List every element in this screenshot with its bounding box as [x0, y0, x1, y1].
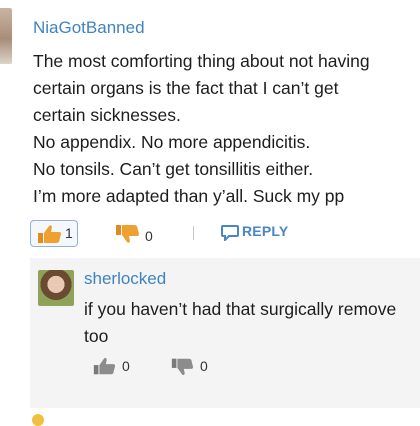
avatar[interactable] [38, 270, 74, 306]
upvote-button[interactable]: 1 [30, 220, 78, 247]
divider [193, 226, 194, 240]
upvote-count: 0 [122, 358, 130, 374]
comment-line: I’m more adapted than y’all. Suck my pp [33, 186, 345, 206]
reply-line: if you haven’t had that surgically remov… [84, 299, 397, 319]
comment-body: The most comforting thing about not havi… [33, 48, 418, 210]
avatar[interactable] [32, 414, 44, 426]
thumbs-up-icon [36, 224, 62, 244]
upvote-count: 1 [65, 225, 73, 241]
reply-body: if you haven’t had that surgically remov… [84, 296, 420, 350]
downvote-count: 0 [200, 358, 208, 374]
avatar[interactable] [0, 8, 12, 64]
comment-line: No appendix. No more appendicitis. [33, 132, 311, 152]
comment-line: No tonsils. Can’t get tonsillitis either… [33, 159, 314, 179]
thumbs-down-icon[interactable] [170, 356, 194, 378]
reply-vote-bar: 0 0 [88, 354, 288, 380]
thumbs-up-icon[interactable] [92, 356, 116, 376]
comment-line: certain organs is the fact that I can’t … [33, 78, 339, 98]
reply-username[interactable]: sherlocked [84, 269, 166, 289]
comment-line: The most comforting thing about not havi… [33, 51, 370, 71]
reply-line: too [84, 326, 109, 346]
reply-icon [220, 224, 240, 244]
reply-comment: sherlocked if you haven’t had that surgi… [30, 258, 420, 408]
comment-line: certain sicknesses. [33, 105, 181, 125]
comment-username[interactable]: NiaGotBanned [33, 18, 145, 38]
thumbs-down-icon[interactable] [114, 223, 140, 245]
downvote-count: 0 [145, 228, 153, 244]
reply-label: REPLY [242, 223, 289, 239]
